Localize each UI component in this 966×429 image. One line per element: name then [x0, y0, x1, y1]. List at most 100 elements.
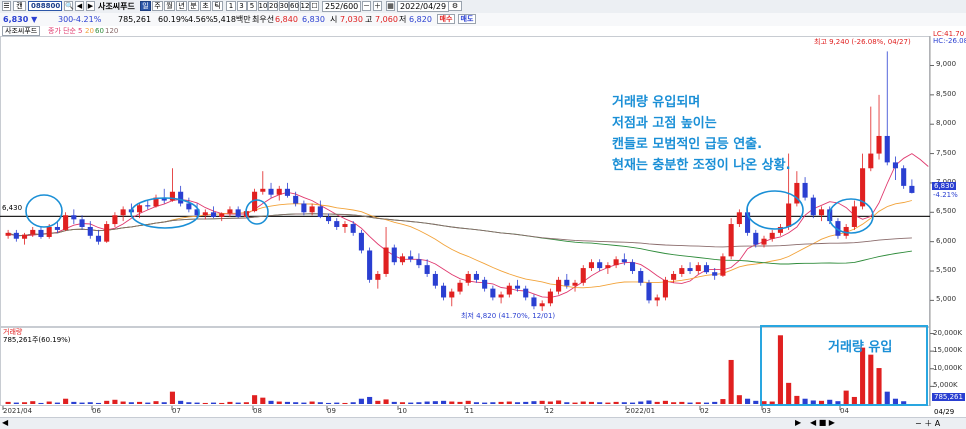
volume-bar — [506, 401, 512, 404]
period-button-6[interactable]: 틱 — [212, 1, 223, 11]
highlight-ellipse — [25, 194, 63, 228]
volume-bar — [629, 402, 636, 404]
volume-bar — [490, 402, 496, 404]
candle-body — [30, 229, 36, 235]
volume-bar — [654, 401, 660, 404]
candle-body — [63, 215, 69, 230]
candle-body — [350, 224, 356, 233]
interval-button-1[interactable]: 1 — [226, 1, 236, 11]
volume-bar — [441, 400, 447, 404]
scroll-left-icon[interactable]: ◀ — [2, 418, 8, 427]
volume-last-date: 04/29 — [934, 408, 955, 416]
candle-body — [703, 265, 710, 273]
candle-body — [810, 197, 816, 216]
volume-bar — [169, 391, 175, 404]
candle-body — [120, 209, 126, 216]
interval-button-120[interactable]: 120 — [299, 1, 314, 11]
buy-button[interactable]: 매수 — [437, 14, 455, 24]
volume-bar — [687, 402, 693, 404]
period-button-0[interactable]: 일 — [140, 1, 151, 11]
volume-bar — [728, 359, 734, 404]
priority-label: 최우선 — [252, 15, 275, 24]
volume-bar — [514, 402, 521, 404]
date-label: 11 — [465, 407, 474, 415]
volume-bar — [449, 401, 455, 404]
candle-body — [654, 297, 660, 301]
candle-body — [802, 182, 808, 198]
candle-body — [638, 271, 644, 283]
candle-body — [383, 247, 389, 274]
zoom-out-icon[interactable]: － — [362, 1, 371, 11]
volume-bar — [178, 400, 184, 404]
volume-bar — [605, 402, 611, 404]
volume-bar — [63, 398, 69, 404]
volume-bar — [284, 401, 291, 404]
legend-stock-name[interactable]: 사조씨푸드 — [2, 26, 41, 36]
count-input[interactable]: 252/600 — [322, 1, 362, 12]
price-pane-frame — [0, 36, 930, 327]
menu-icon[interactable]: ☰ — [2, 1, 11, 11]
ma120-line — [7, 213, 912, 248]
candle-body — [375, 273, 381, 280]
candle-body — [539, 303, 545, 307]
prev-stock-icon[interactable]: ◀ — [75, 1, 84, 11]
period-button-1[interactable]: 주 — [152, 1, 163, 11]
highlight-ellipse — [746, 190, 804, 230]
volume-bar — [473, 402, 479, 404]
indicator-legend: 사조씨푸드 종가 단순 5 20 60 120 — [0, 26, 966, 36]
next-stock-icon[interactable]: ▶ — [86, 1, 95, 11]
zoom-in-icon[interactable]: ＋ — [373, 1, 382, 11]
chart-scrollbar[interactable]: ◀ ▶ ◀ ■ ▶ − ＋ A — [0, 417, 966, 429]
candle-body — [54, 226, 60, 230]
interval-button-3[interactable]: 3 — [236, 1, 247, 11]
volume-bar — [416, 402, 422, 404]
volume-bar — [621, 402, 627, 404]
volume-value: 785,261 — [118, 15, 152, 24]
interval-button-5[interactable]: 5 — [247, 1, 257, 11]
candle-body — [892, 162, 899, 169]
candle-body — [761, 238, 767, 245]
interval-button-60[interactable]: 60 — [289, 1, 299, 11]
volume-bar — [153, 401, 159, 404]
period-button-4[interactable]: 분 — [188, 1, 199, 11]
candle-body — [851, 206, 857, 227]
volume-bar — [235, 402, 241, 404]
candle-body — [514, 285, 521, 289]
candle-body — [301, 203, 307, 213]
volume-bar — [161, 402, 167, 404]
candle-body — [317, 206, 323, 217]
open-price: 7,030 — [340, 15, 363, 24]
period-button-5[interactable]: 초 — [200, 1, 211, 11]
candle-body — [818, 209, 825, 216]
interval-button-20[interactable]: 20 — [268, 1, 278, 11]
zoom-controls-icon[interactable]: − ＋ A — [915, 418, 940, 429]
checkbox-icon[interactable]: ☐ — [310, 1, 319, 11]
interval-button-30[interactable]: 30 — [278, 1, 289, 11]
candle-body — [588, 262, 595, 269]
settings-icon[interactable]: ⚙ — [448, 1, 462, 11]
volume-bar — [128, 402, 134, 404]
candle-body — [424, 265, 430, 274]
candle-body — [13, 232, 19, 239]
calendar-icon[interactable]: ▦ — [386, 1, 395, 11]
volume-bar — [736, 395, 742, 404]
scroll-right-icon[interactable]: ▶ — [795, 418, 801, 427]
stock-code-input[interactable]: 088800 — [28, 1, 62, 11]
search-icon[interactable]: 🔍 — [64, 1, 74, 11]
play-controls-icon[interactable]: ◀ ■ ▶ — [810, 418, 835, 427]
period-button-3[interactable]: 년 — [176, 1, 187, 11]
candle-body — [432, 273, 438, 286]
candle-body — [679, 268, 685, 274]
date-input[interactable]: 2022/04/29 — [397, 1, 450, 12]
sell-button[interactable]: 매도 — [458, 14, 476, 24]
volume-bar — [432, 401, 438, 404]
volume-bar — [498, 401, 504, 404]
mode-button[interactable]: 캔 — [13, 1, 26, 11]
candle-body — [531, 297, 537, 307]
candle-body — [868, 153, 874, 169]
candle-body — [104, 224, 110, 242]
interval-button-10[interactable]: 10 — [257, 1, 268, 11]
candle-body — [597, 262, 603, 269]
period-button-2[interactable]: 월 — [164, 1, 175, 11]
price-change: 300 — [58, 15, 74, 24]
